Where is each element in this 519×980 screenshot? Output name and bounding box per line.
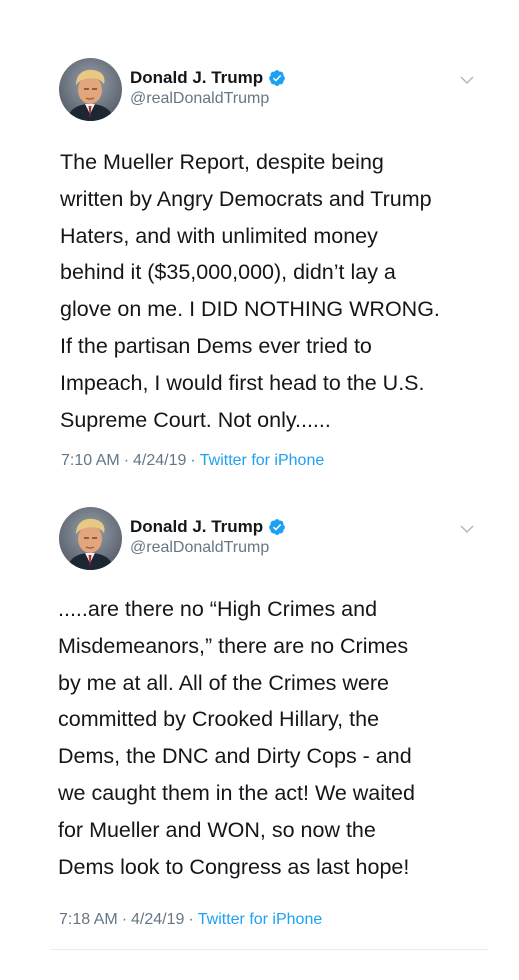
tweet-source-link[interactable]: Twitter for iPhone [198, 911, 323, 928]
tweet-text-line: glove on me. I DID NOTHING WRONG. [60, 297, 440, 322]
tweet-text-line: If the partisan Dems ever tried to [60, 333, 372, 358]
tweet-text-line: .....are there no “High Crimes and [58, 597, 378, 621]
chevron-down-icon[interactable] [459, 72, 475, 88]
tweet-text-line: Haters, and with unlimited money [60, 223, 378, 248]
tweet-text: The Mueller Report, despite being written… [60, 144, 490, 438]
display-name[interactable]: Donald J. Trump [130, 517, 263, 537]
tweet-text-line: Impeach, I would first head to the U.S. [60, 370, 425, 395]
divider [50, 949, 488, 950]
tweet-source-link[interactable]: Twitter for iPhone [200, 452, 325, 469]
avatar[interactable] [59, 507, 122, 570]
tweet-text-line: we caught them in the act! We waited [58, 780, 415, 805]
tweet-text-line: for Mueller and WON, so now the [58, 817, 376, 842]
display-name[interactable]: Donald J. Trump [130, 68, 263, 88]
tweet-meta: 7:18 AM · 4/24/19 · Twitter for iPhone [59, 911, 322, 929]
user-handle[interactable]: @realDonaldTrump [130, 539, 269, 557]
tweet-text-line: Dems look to Congress as last hope! [58, 854, 410, 879]
chevron-down-icon[interactable] [459, 521, 475, 537]
tweet-date[interactable]: 4/24/19 [131, 911, 184, 928]
tweet-text-line: by me at all. All of the Crimes were [58, 670, 389, 695]
tweet-date[interactable]: 4/24/19 [133, 452, 186, 469]
tweet-text-line: written by Angry Democrats and Trump [60, 186, 432, 211]
user-handle[interactable]: @realDonaldTrump [130, 90, 269, 108]
meta-separator: · [123, 452, 130, 469]
tweet-text-line: The Mueller Report, despite being [60, 150, 384, 174]
meta-separator: · [190, 452, 196, 469]
tweet-meta: 7:10 AM · 4/24/19 · Twitter for iPhone [61, 452, 324, 470]
user-name-row[interactable]: Donald J. Trump [130, 516, 286, 538]
tweet-text-line: Supreme Court. Not only...... [60, 407, 331, 432]
user-name-row[interactable]: Donald J. Trump [130, 67, 286, 89]
tweet-text-line: behind it ($35,000,000), didn’t lay a [60, 260, 396, 285]
tweet-time[interactable]: 7:18 AM [59, 911, 118, 928]
meta-separator: · [121, 911, 128, 928]
tweet-text-line: committed by Crooked Hillary, the [58, 707, 380, 732]
tweet-text: .....are there no “High Crimes and Misdem… [58, 591, 488, 885]
tweet-text-line: Dems, the DNC and Dirty Cops - and [58, 744, 412, 769]
verified-badge-icon [269, 519, 286, 535]
tweet-text-line: Misdemeanors,” there are no Crimes [58, 633, 409, 658]
avatar[interactable] [59, 58, 122, 121]
verified-badge-icon [269, 70, 286, 86]
tweet-time[interactable]: 7:10 AM [61, 452, 120, 469]
meta-separator: · [188, 911, 194, 928]
